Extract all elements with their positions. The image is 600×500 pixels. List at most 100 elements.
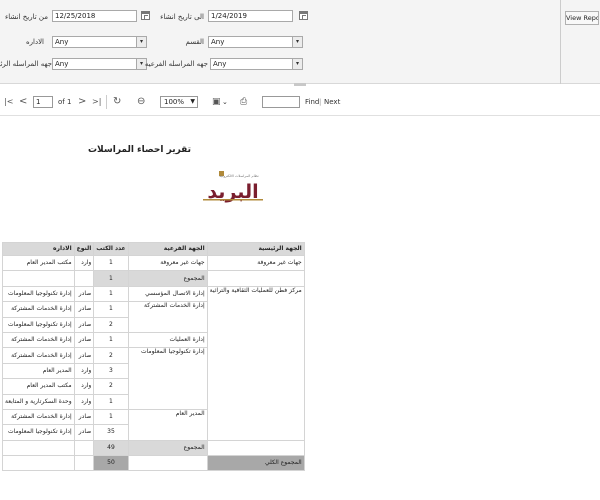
subtotal-count: 49	[93, 439, 129, 457]
header-type: النوع	[73, 242, 95, 256]
next-page-icon[interactable]: >	[78, 96, 86, 108]
toolbar-divider	[106, 95, 107, 109]
page-number-input[interactable]: 1	[33, 96, 53, 108]
subtotal-row: 1 المجموع	[2, 270, 305, 287]
from-date-label: من تاريخ انشاء	[4, 13, 48, 21]
previous-page-icon[interactable]: <	[19, 96, 27, 108]
refresh-icon[interactable]: ↻	[113, 96, 121, 108]
cell-department: مكتب المدير العام	[2, 378, 75, 395]
table-header-row: الاداره النوع عدد الكتب الجهة الفرعية ال…	[2, 242, 305, 256]
albareed-logo: نظام المراسلات الالكترونية البريد	[199, 169, 267, 203]
sub-party-label: جهه المراسله الفرعيه	[144, 60, 208, 68]
cell-type: صادر	[73, 424, 95, 441]
cell-department: إدارة الخدمات المشتركة	[2, 347, 75, 364]
next-link[interactable]: Next	[324, 98, 340, 107]
view-report-button[interactable]: View Report	[565, 11, 599, 25]
cell-sub-party: إدارة تكنولوجيا المعلومات	[127, 347, 208, 410]
main-party-value: Any	[55, 60, 69, 68]
cell-type: وارد	[73, 362, 95, 380]
cell-main-party: مركز فطن للعمليات الثقافية والتراثية	[206, 285, 305, 441]
cell-type: وارد	[73, 254, 95, 272]
from-date-input[interactable]: 12/25/2018	[52, 10, 137, 22]
cell-count: 2	[93, 316, 129, 333]
main-party-select[interactable]: Any ▾	[52, 58, 147, 70]
header-sub-party: الجهة الفرعية	[127, 242, 208, 256]
subtotal-count: 1	[93, 270, 129, 287]
cell-department: إدارة تكنولوجيا المعلومات	[2, 316, 75, 333]
cell-count: 35	[93, 424, 129, 441]
cell-sub-party: إدارة العمليات	[127, 331, 208, 349]
cell-count: 2	[93, 378, 129, 395]
report-title: تقرير احصاء المراسلات	[88, 145, 192, 155]
cell-department: إدارة تكنولوجيا المعلومات	[2, 285, 75, 303]
to-date-label: الى تاريخ انشاء	[160, 13, 204, 21]
section-select[interactable]: Any ▾	[208, 36, 303, 48]
chevron-down-icon: ▾	[292, 59, 302, 69]
department-select[interactable]: Any ▾	[52, 36, 147, 48]
cell-type: صادر	[73, 408, 95, 426]
find-link[interactable]: Find	[305, 98, 319, 107]
collapse-params-handle[interactable]	[294, 83, 306, 86]
params-divider	[560, 0, 561, 84]
chevron-down-icon: ▾	[136, 37, 146, 47]
cell-main-party: جهات غير معروفة	[206, 254, 305, 272]
cell-count: 1	[93, 301, 129, 318]
find-divider: |	[319, 98, 322, 106]
table-row: إدارة تكنولوجيا المعلومات صادر 1 إدارة ا…	[2, 285, 305, 441]
cell-department: إدارة الخدمات المشتركة	[2, 301, 75, 318]
cell-department: إدارة الخدمات المشتركة	[2, 408, 75, 426]
department-value: Any	[55, 38, 69, 46]
chevron-down-icon: ▼	[190, 98, 195, 105]
subtotal-row: 49 المجموع	[2, 439, 305, 457]
zoom-select[interactable]: 100% ▼	[160, 96, 198, 108]
find-input[interactable]	[262, 96, 300, 108]
last-page-icon[interactable]: >|	[92, 96, 101, 108]
cell-count: 1	[93, 393, 129, 410]
cell-type: وارد	[73, 393, 95, 410]
export-dropdown-icon[interactable]: ⌄	[222, 98, 228, 107]
section-value: Any	[211, 38, 225, 46]
subtotal-label: المجموع	[127, 270, 208, 287]
from-date-calendar-icon[interactable]	[141, 11, 150, 20]
to-date-calendar-icon[interactable]	[299, 11, 308, 20]
zoom-value: 100%	[164, 98, 185, 106]
cell-sub-party: المدير العام	[127, 408, 208, 441]
print-icon[interactable]: ⎙	[240, 96, 247, 108]
sub-party-select[interactable]: Any ▾	[210, 58, 303, 70]
cell-count: 1	[93, 408, 129, 426]
cell-sub-party: إدارة الخدمات المشتركة	[127, 301, 208, 333]
cell-type: صادر	[73, 347, 95, 364]
parameters-panel: من تاريخ انشاء 12/25/2018 الى تاريخ انشا…	[0, 0, 600, 84]
cell-department: إدارة الخدمات المشتركة	[2, 331, 75, 349]
cell-type: صادر	[73, 301, 95, 318]
cell-sub-party: جهات غير معروفة	[127, 254, 208, 272]
grand-total-count: 50	[93, 455, 129, 472]
header-main-party: الجهة الرئيسية	[206, 242, 305, 256]
header-count: عدد الكتب	[93, 242, 129, 256]
cell-department: وحدة السكرتارية و المتابعة	[2, 393, 75, 410]
report-body: تقرير احصاء المراسلات نظام المراسلات الا…	[0, 117, 600, 500]
cell-type: وارد	[73, 378, 95, 395]
export-icon[interactable]: ▣	[212, 96, 221, 108]
cell-sub-party: إدارة الاتصال المؤسسي	[127, 285, 208, 303]
first-page-icon[interactable]: |<	[4, 96, 13, 108]
cell-department: مكتب المدير العام	[2, 254, 75, 272]
department-label: الاداره	[25, 38, 44, 46]
cell-department: المدير العام	[2, 362, 75, 380]
cell-department: إدارة تكنولوجيا المعلومات	[2, 424, 75, 441]
cell-count: 1	[93, 254, 129, 272]
back-icon[interactable]: ⊖	[137, 96, 145, 108]
cell-count: 3	[93, 362, 129, 380]
to-date-input[interactable]: 1/24/2019	[208, 10, 293, 22]
chevron-down-icon: ▾	[292, 37, 302, 47]
sub-party-value: Any	[213, 60, 227, 68]
cell-count: 1	[93, 285, 129, 303]
report-table: الاداره النوع عدد الكتب الجهة الفرعية ال…	[2, 242, 305, 472]
cell-type: صادر	[73, 316, 95, 333]
cell-type: صادر	[73, 285, 95, 303]
report-toolbar: |< < 1 of 1 > >| ↻ ⊖ 100% ▼ ▣ ⌄ ⎙ Find |…	[0, 88, 600, 116]
grand-total-row: 50 المجموع الكلي	[2, 455, 305, 472]
cell-count: 2	[93, 347, 129, 364]
cell-type: صادر	[73, 331, 95, 349]
table-row: مكتب المدير العام وارد 1 جهات غير معروفة…	[2, 254, 305, 272]
